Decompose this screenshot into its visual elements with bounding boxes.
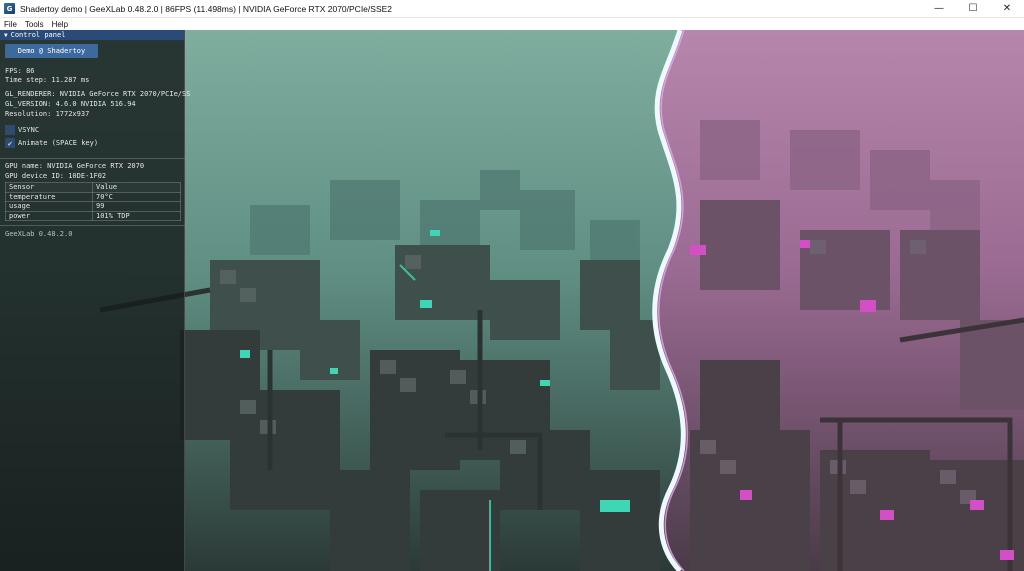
table-row: power 101% TDP (5, 210, 181, 221)
close-button[interactable]: ✕ (990, 0, 1024, 18)
vsync-label: VSYNC (18, 126, 40, 134)
sensor-name-cell: usage (5, 201, 93, 212)
geexlab-app-icon: G (4, 3, 15, 14)
minimize-icon: — (934, 3, 944, 14)
time-step-readout: Time step: 11.287 ms (5, 76, 90, 84)
vsync-checkbox[interactable] (5, 125, 15, 135)
sensor-value-cell: 70°C (92, 191, 181, 202)
animate-label: Animate (SPACE key) (18, 139, 99, 147)
minimize-button[interactable]: — (922, 0, 956, 18)
close-icon: ✕ (1002, 3, 1012, 14)
panel-divider (0, 158, 185, 159)
sensor-name-cell: power (5, 210, 93, 221)
control-panel-title: Control panel (10, 31, 66, 39)
column-header-sensor: Sensor (5, 182, 93, 193)
maximize-button[interactable]: ☐ (956, 0, 990, 18)
window-controls: — ☐ ✕ (922, 0, 1024, 18)
table-row: temperature 70°C (5, 191, 181, 202)
footer-version: GeeXLab 0.48.2.0 (5, 230, 73, 238)
sensor-value-cell: 101% TDP (92, 210, 181, 221)
control-panel-header[interactable]: ▼ Control panel (0, 30, 184, 40)
menu-tools[interactable]: Tools (25, 20, 44, 29)
window-titlebar: G Shadertoy demo | GeeXLab 0.48.2.0 | 86… (0, 0, 1024, 18)
window-title: Shadertoy demo | GeeXLab 0.48.2.0 | 86FP… (20, 3, 393, 14)
menu-bar: File Tools Help (0, 18, 1024, 30)
fps-readout: FPS: 86 (5, 67, 35, 75)
collapse-arrow-icon[interactable]: ▼ (4, 32, 8, 39)
panel-divider (0, 225, 185, 226)
menu-help[interactable]: Help (52, 20, 68, 29)
control-panel: ▼ Control panel Demo @ Shadertoy FPS: 86… (0, 30, 190, 571)
gl-renderer-readout: GL_RENDERER: NVIDIA GeForce RTX 2070/PCI… (5, 90, 191, 98)
table-row: usage 99 (5, 201, 181, 212)
gl-version-readout: GL_VERSION: 4.6.0 NVIDIA 516.94 (5, 100, 136, 108)
sensor-table: Sensor Value temperature 70°C usage 99 p… (5, 182, 181, 221)
resolution-readout: Resolution: 1772x937 (5, 110, 90, 118)
animate-checkbox[interactable]: ✔ (5, 138, 15, 148)
menu-file[interactable]: File (4, 20, 17, 29)
maximize-icon: ☐ (968, 3, 978, 14)
checkmark-icon: ✔ (7, 138, 13, 148)
sensor-name-cell: temperature (5, 191, 93, 202)
gpu-device-id-readout: GPU device ID: 10DE-1F02 (5, 172, 107, 180)
gpu-name-readout: GPU name: NVIDIA GeForce RTX 2070 (5, 162, 145, 170)
column-header-value: Value (92, 182, 181, 193)
table-header-row: Sensor Value (5, 182, 181, 193)
demo-shadertoy-button[interactable]: Demo @ Shadertoy (5, 44, 98, 58)
sensor-value-cell: 99 (92, 201, 181, 212)
